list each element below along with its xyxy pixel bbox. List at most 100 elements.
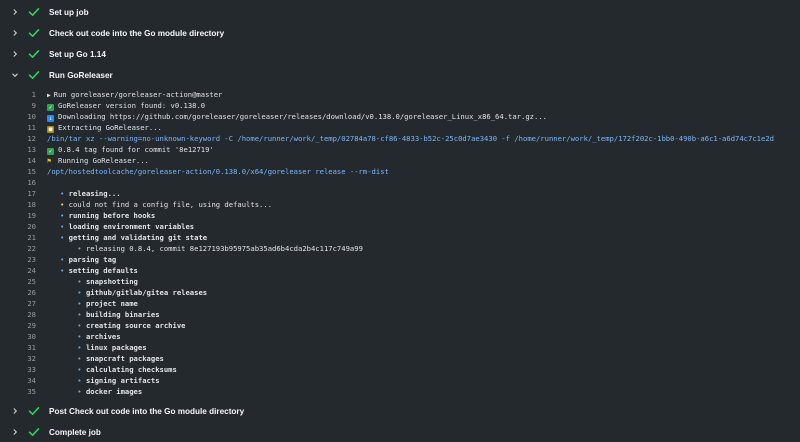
caret-right-icon[interactable]: ▶ [47,92,51,99]
check-icon [28,404,42,418]
log-line: 35 • docker images [0,386,800,397]
line-number[interactable]: 34 [0,376,36,385]
bullet-icon: • [59,222,69,231]
line-number[interactable]: 22 [0,244,36,253]
line-number[interactable]: 27 [0,299,36,308]
log-output: 1 ▶ Run goreleaser/goreleaser-action@maste… [0,89,800,397]
job-step[interactable]: Post Check out code into the Go module d… [0,401,800,421]
log-line: 19 • running before hooks [0,210,800,221]
log-line: 17 • releasing... [0,188,800,199]
log-message: Downloading https://github.com/gorelease… [58,111,547,121]
line-number[interactable]: 15 [0,167,36,176]
line-number[interactable]: 25 [0,277,36,286]
line-number[interactable]: 24 [0,266,36,275]
log-text: • building binaries [47,310,159,319]
line-number[interactable]: 28 [0,310,36,319]
check-mark-icon: ✓ [47,103,54,111]
bullet-icon: • [77,332,86,341]
log-text: • snapcraft packages [47,354,164,363]
log-text: ✓ GoReleaser version found: v0.138.0 [47,101,205,111]
line-number[interactable]: 35 [0,387,36,396]
line-number[interactable]: 23 [0,255,36,264]
line-number[interactable]: 33 [0,365,36,374]
log-message: GoReleaser version found: v0.138.0 [58,100,206,110]
log-text: ⚑ Running GoReleaser... [47,156,149,165]
line-number[interactable]: 26 [0,288,36,297]
log-text: • signing artifacts [47,376,160,385]
warning-bullet-icon: • [59,200,69,209]
step-label: Set up job [49,7,89,17]
line-number[interactable]: 10 [0,112,36,121]
log-text: • calculating checksums [47,365,177,374]
log-message: signing artifacts [85,376,160,385]
log-text: • github/gitlab/gitea releases [47,288,207,297]
log-line: 10 ↓ Downloading https://github.com/gorele… [0,111,800,122]
log-line: 33 • calculating checksums [0,364,800,375]
step-run-goreleaser[interactable]: Run GoReleaser [0,65,800,85]
line-number[interactable]: 11 [0,123,36,132]
check-mark-icon: ✓ [47,147,54,155]
line-number[interactable]: 30 [0,332,36,341]
log-line: 27 • project name [0,298,800,309]
line-number[interactable]: 31 [0,343,36,352]
log-message: docker images [85,387,143,396]
line-number[interactable]: 9 [0,101,36,110]
log-text: • releasing... [47,189,121,198]
chevron-right-icon[interactable] [10,427,20,437]
log-line: 24 • setting defaults [0,265,800,276]
job-step[interactable]: Complete job [0,422,800,442]
log-message: parsing tag [68,255,117,264]
bullet-icon: • [77,299,86,308]
bullet-icon: • [77,343,86,352]
line-number[interactable]: 13 [0,145,36,154]
chevron-right-icon[interactable] [10,406,20,416]
log-line: 31 • linux packages [0,342,800,353]
log-line: 12/bin/tar xz --warning=no-unknown-keywo… [0,133,800,144]
log-message: setting defaults [68,266,138,275]
steps-before: Set up job Check out code into the Go mod… [0,2,800,64]
line-number[interactable]: 14 [0,156,36,165]
log-message: releasing 0.8.4, commit 8e127193b95975ab… [85,244,363,253]
bullet-icon: • [77,277,86,286]
chevron-right-icon[interactable] [10,7,20,17]
line-number[interactable]: 12 [0,134,36,143]
log-line: 14 ⚑ Running GoReleaser... [0,155,800,166]
line-number[interactable]: 32 [0,354,36,363]
log-line: 25 • snapshotting [0,276,800,287]
log-text: ✓ 0.8.4 tag found for commit '8e12719' [47,145,214,155]
log-text: • snapshotting [47,277,138,286]
bullet-icon: • [77,354,86,363]
line-number[interactable]: 21 [0,233,36,242]
log-text: /bin/tar xz --warning=no-unknown-keyword… [47,134,774,143]
log-text: • archives [47,332,121,341]
steps-after: Post Check out code into the Go module d… [0,401,800,442]
line-number[interactable]: 20 [0,222,36,231]
step-label: Check out code into the Go module direct… [49,28,225,38]
line-number[interactable]: 1 [0,90,36,99]
log-message: releasing... [68,189,121,198]
log-line: 32 • snapcraft packages [0,353,800,364]
log-line: 13 ✓ 0.8.4 tag found for commit '8e12719' [0,144,800,155]
step-label: Run GoReleaser [49,70,113,80]
log-message: archives [85,332,121,341]
chevron-right-icon[interactable] [10,49,20,59]
job-step[interactable]: Set up job [0,2,800,22]
bullet-icon: • [77,321,86,330]
line-number[interactable]: 17 [0,189,36,198]
line-number[interactable]: 29 [0,321,36,330]
log-line: 9 ✓ GoReleaser version found: v0.138.0 [0,100,800,111]
line-number[interactable]: 16 [0,178,36,187]
runner-icon: ⚑ [47,157,52,165]
log-line: 16 [0,177,800,188]
bullet-icon: • [77,288,86,297]
log-message: could not find a config file, using defa… [68,200,273,209]
chevron-right-icon[interactable] [10,28,20,38]
log-message: Running GoReleaser... [58,156,149,165]
job-step[interactable]: Set up Go 1.14 [0,44,800,64]
log-text: • docker images [47,387,142,396]
step-label: Complete job [49,427,101,437]
chevron-down-icon[interactable] [10,70,20,80]
line-number[interactable]: 19 [0,211,36,220]
line-number[interactable]: 18 [0,200,36,209]
job-step[interactable]: Check out code into the Go module direct… [0,23,800,43]
